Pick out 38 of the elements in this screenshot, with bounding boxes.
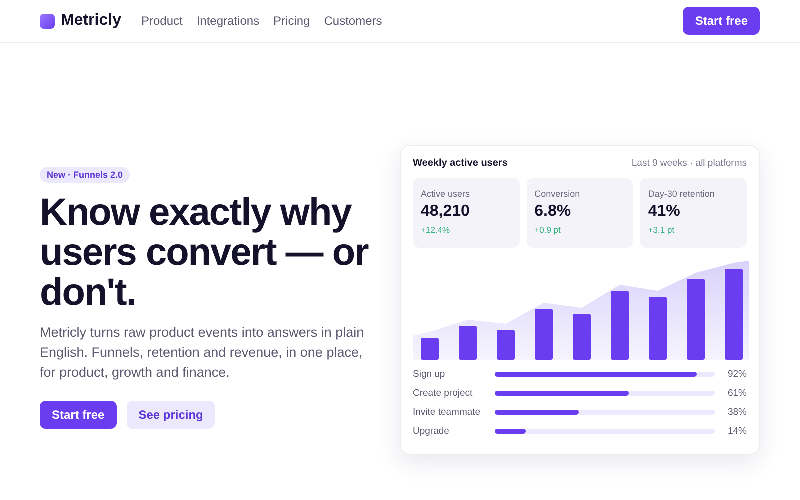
funnel-step-label: Upgrade: [413, 426, 450, 437]
nav-link[interactable]: Customers: [324, 14, 382, 28]
chart-bar: [535, 309, 553, 360]
brand-name: Metricly: [61, 12, 122, 30]
chart-bar: [649, 297, 667, 360]
stat-label: Active users: [421, 189, 472, 199]
nav-link[interactable]: Pricing: [274, 14, 310, 28]
card-title: Weekly active users: [413, 158, 508, 169]
stat-value: 48,210: [421, 203, 471, 221]
chart-bar: [459, 326, 477, 360]
stat-delta: +0.9 pt: [534, 225, 562, 235]
stat-value: 6.8%: [534, 203, 572, 221]
card-subtitle: Last 9 weeks · all platforms: [632, 158, 747, 169]
funnel-step-label: Create project: [413, 388, 474, 399]
see-pricing-button[interactable]: See pricing: [126, 401, 216, 429]
lead-paragraph: Metricly turns raw product events into answers in plain English. Funnels, retention and revenue, in one place, for product, growth and finance.: [40, 324, 366, 382]
stat-label: Conversion: [534, 189, 582, 199]
stat-value: 41%: [648, 203, 682, 221]
chart-bar: [611, 291, 629, 360]
logo-icon: [40, 14, 55, 28]
headline: Know exactly why users convert — or don't.: [40, 193, 370, 313]
start-free-button[interactable]: Start free: [683, 7, 760, 35]
chart-bar: [421, 338, 439, 360]
stat-delta: +12.4%: [421, 225, 452, 235]
stat-delta: +3.1 pt: [648, 225, 676, 235]
nav-link[interactable]: Product: [141, 14, 183, 28]
start-free-button[interactable]: Start free: [40, 401, 117, 429]
funnel-percent: 38%: [726, 407, 747, 418]
stat-label: Day-30 retention: [648, 189, 716, 199]
funnel-percent: 14%: [726, 426, 747, 437]
nav-link[interactable]: Integrations: [196, 14, 260, 28]
funnel-step-label: Invite teammate: [413, 407, 482, 418]
announcement-badge: New · Funnels 2.0: [40, 167, 130, 183]
chart-bar: [497, 330, 515, 360]
funnel-percent: 92%: [726, 369, 747, 380]
chart-bar: [573, 314, 591, 360]
funnel-step-label: Sign up: [413, 369, 446, 380]
funnel-percent: 61%: [726, 388, 747, 399]
